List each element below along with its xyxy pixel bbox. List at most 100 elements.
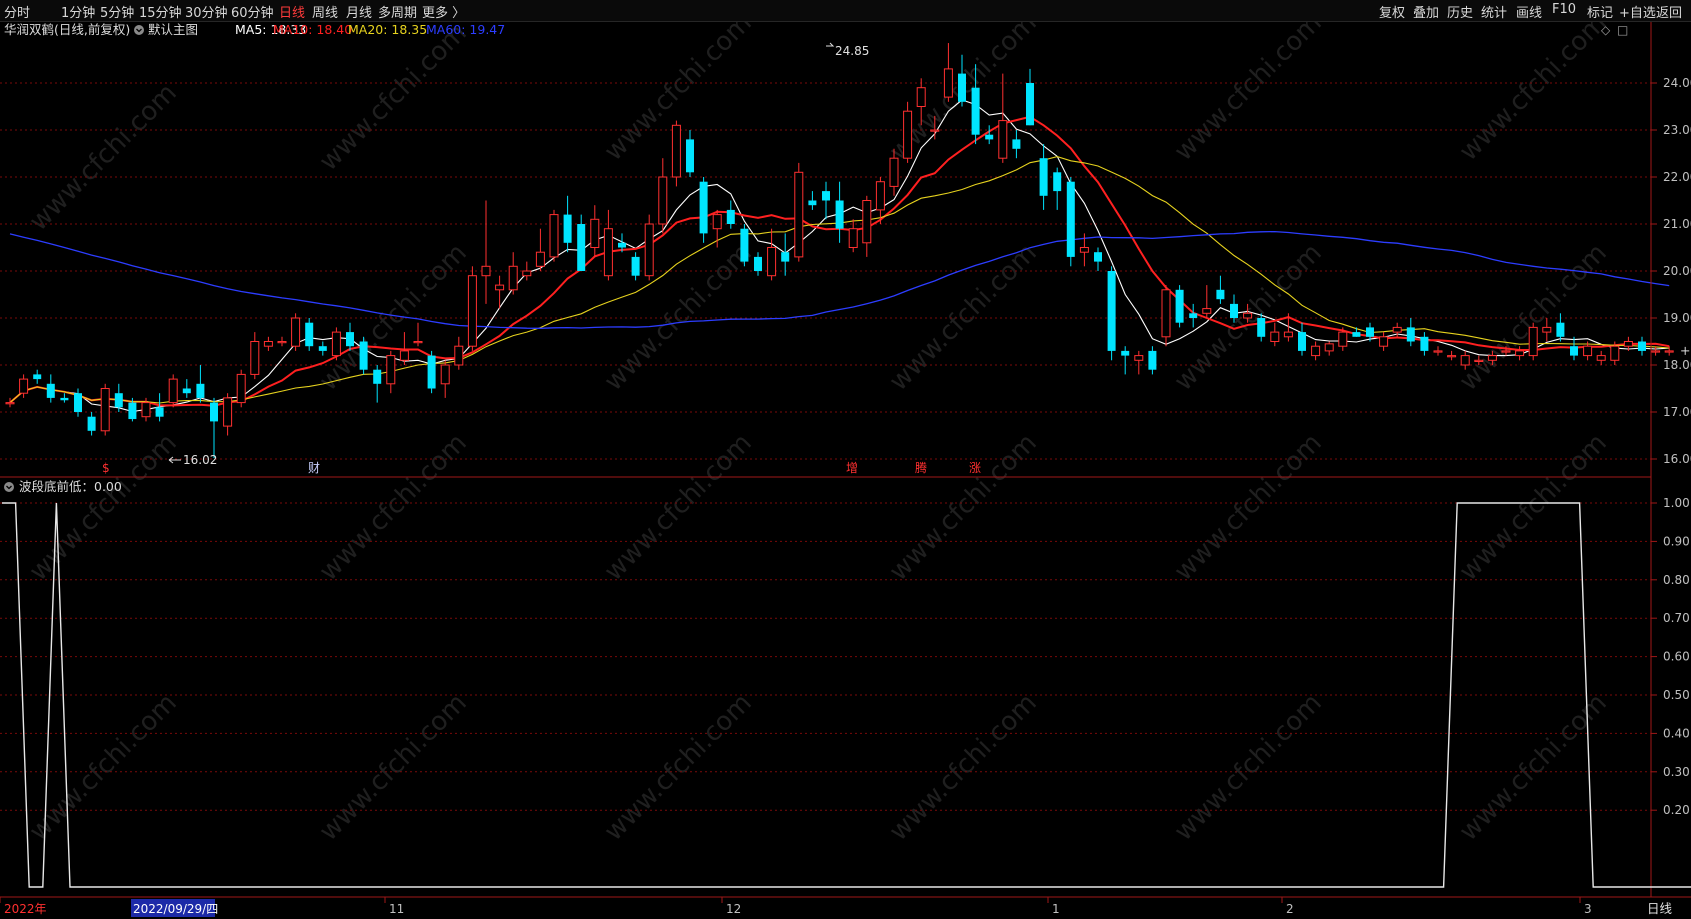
candle: [1447, 350, 1457, 361]
watermark-text: www.cfchi.com: [1454, 428, 1613, 587]
period-tab-m1[interactable]: 1分钟: [61, 2, 95, 21]
period-tab-m30[interactable]: 30分钟: [185, 2, 228, 21]
candle: [590, 205, 600, 257]
candle: [1053, 167, 1062, 210]
candle: [1528, 322, 1538, 361]
candle: [549, 209, 559, 262]
tool-button-lishi[interactable]: 历史: [1447, 2, 1473, 21]
tool-button-fuquan[interactable]: 复权: [1379, 2, 1405, 21]
date-tick-label: 3: [1584, 902, 1592, 916]
date-tick-label: 1: [1052, 902, 1060, 916]
candle: [1556, 313, 1565, 342]
high-price-marker: 24.85: [826, 42, 869, 58]
main-chart-toggle-icon[interactable]: [134, 25, 144, 35]
period-tab-multi[interactable]: 多周期: [378, 2, 417, 21]
candle: [1352, 327, 1361, 337]
candle: [359, 336, 368, 375]
watermark-text: www.cfchi.com: [1169, 22, 1328, 167]
period-label[interactable]: 日线: [1647, 901, 1673, 916]
candle: [998, 73, 1008, 163]
tool-button-tongji[interactable]: 统计: [1481, 2, 1507, 21]
candle: [46, 374, 55, 403]
price-tick-label: 21.00: [1663, 217, 1691, 231]
candle: [563, 195, 572, 253]
candle: [440, 360, 450, 398]
price-tick-label: 19.00: [1663, 311, 1691, 325]
candle: [168, 374, 178, 408]
candle: [1570, 336, 1578, 361]
watermark-text: www.cfchi.com: [599, 238, 758, 397]
candle: [277, 336, 287, 347]
candle: [318, 341, 327, 356]
period-tab-more[interactable]: 更多 〉: [422, 2, 465, 21]
indicator-tick-label: 0.30: [1663, 765, 1690, 779]
price-tick-label: 17.00: [1663, 405, 1691, 419]
candle: [263, 336, 273, 351]
kline-chart[interactable]: www.cfchi.com www.cfchi.com www.cfchi.com w…: [0, 22, 1691, 919]
tool-button-huaxian[interactable]: 画线: [1516, 2, 1542, 21]
period-tab-day[interactable]: 日线: [279, 2, 305, 21]
square-icon[interactable]: □: [1617, 23, 1628, 37]
watermark-text: www.cfchi.com: [599, 688, 758, 847]
event-marker[interactable]: 财: [308, 461, 320, 475]
candle: [1026, 68, 1034, 126]
indicator-toggle-icon[interactable]: [4, 482, 14, 492]
tool-button-fanhui[interactable]: 返回: [1656, 2, 1682, 21]
candle: [903, 101, 913, 163]
tool-button-zixuan[interactable]: +自选: [1619, 2, 1656, 21]
candle: [1270, 322, 1280, 347]
candle: [577, 214, 586, 271]
candle: [1012, 130, 1021, 159]
period-tab-week[interactable]: 周线: [312, 2, 338, 21]
candle: [754, 252, 762, 276]
candle: [1066, 177, 1075, 267]
candle: [671, 120, 681, 187]
main-grid: [0, 82, 1651, 460]
tool-button-f10[interactable]: F10: [1552, 2, 1576, 17]
candle: [943, 43, 953, 102]
indicator-axis: 1.00 0.90 0.80 0.70 0.60 0.50 0.40 0.30 0.20: [1651, 496, 1690, 817]
svg-text:16.02: 16.02: [183, 453, 217, 467]
main-price-axis: 24.00 23.00 22.00 21.00 20.00 19.00 18.00 17.00…: [1651, 76, 1691, 466]
candle: [1324, 341, 1334, 356]
date-axis: 2022年 11 12 1 2 3: [0, 897, 1592, 916]
period-tab-month[interactable]: 月线: [346, 2, 372, 21]
price-tick-label: 16.00: [1663, 452, 1691, 466]
candle: [808, 191, 817, 210]
event-marker[interactable]: 涨: [969, 460, 981, 475]
diamond-icon[interactable]: ◇: [1601, 23, 1611, 37]
candle: [1298, 322, 1306, 356]
candle: [250, 332, 260, 380]
candle: [223, 393, 233, 436]
candle: [1175, 285, 1184, 328]
candle: [985, 125, 994, 145]
indicator-tick-label: 0.60: [1663, 650, 1690, 664]
indicator-tick-label: 0.40: [1663, 726, 1690, 740]
candle: [196, 365, 205, 403]
indicator-tick-label: 0.20: [1663, 803, 1690, 817]
period-tab-m15[interactable]: 15分钟: [139, 2, 182, 21]
candle: [481, 200, 491, 304]
tool-button-diejia[interactable]: 叠加: [1413, 2, 1439, 21]
event-marker[interactable]: $: [102, 461, 110, 475]
candle: [1189, 303, 1198, 328]
event-marker[interactable]: 腾: [915, 460, 927, 475]
date-tick-label: 11: [389, 902, 404, 916]
period-tab-m5[interactable]: 5分钟: [100, 2, 134, 21]
period-tab-fenshi[interactable]: 分时: [4, 2, 30, 21]
candle: [155, 393, 164, 422]
candle: [386, 350, 396, 394]
candle: [1039, 144, 1048, 210]
watermark-text: www.cfchi.com: [1454, 238, 1613, 397]
candle: [1379, 332, 1389, 351]
price-tick-label: 18.00: [1663, 358, 1691, 372]
watermark-layer: www.cfchi.com www.cfchi.com www.cfchi.com w…: [24, 22, 1613, 847]
tool-button-biaoji[interactable]: 标记: [1587, 2, 1613, 21]
period-tab-m60[interactable]: 60分钟: [231, 2, 274, 21]
candle: [291, 313, 301, 351]
watermark-text: www.cfchi.com: [1454, 22, 1613, 167]
event-marker[interactable]: 增: [846, 461, 858, 475]
watermark-text: www.cfchi.com: [884, 688, 1043, 847]
watermark-text: www.cfchi.com: [24, 78, 183, 237]
candle: [87, 412, 96, 436]
